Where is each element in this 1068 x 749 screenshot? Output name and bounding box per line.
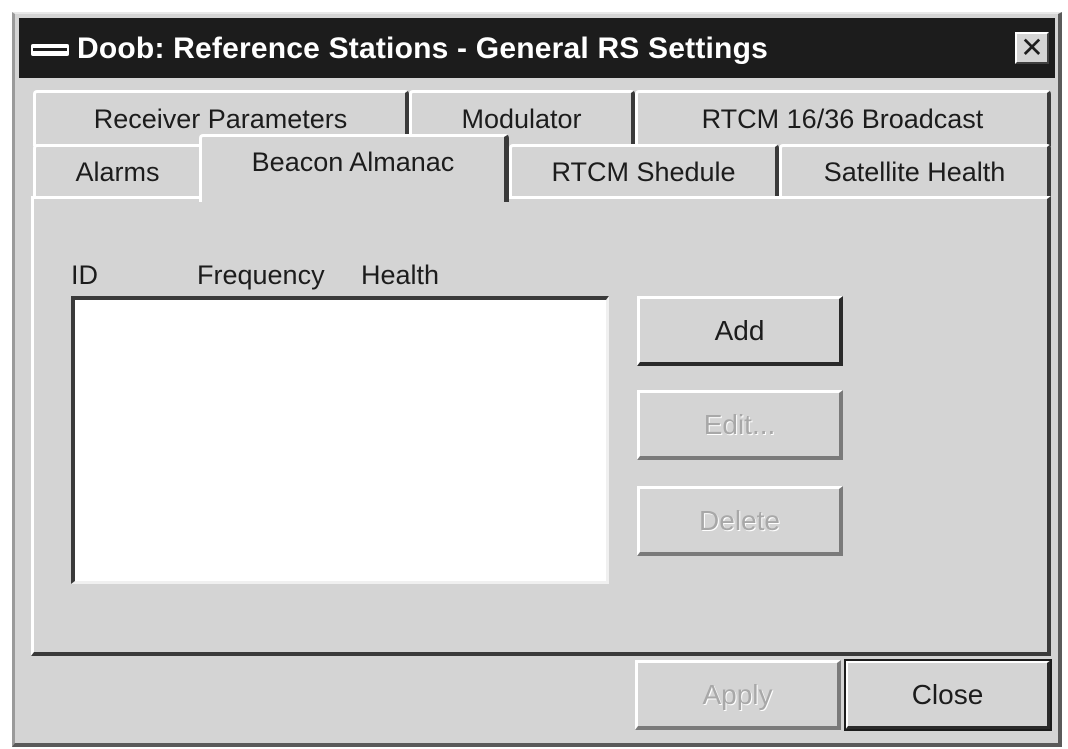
close-window-button[interactable]: ✕ — [1015, 32, 1049, 64]
beacon-almanac-list[interactable] — [71, 296, 609, 584]
tab-label: Beacon Almanac — [251, 147, 455, 177]
tab-satellite-health[interactable]: Satellite Health — [779, 144, 1051, 198]
tab-alarms[interactable]: Alarms — [33, 144, 203, 198]
edit-button[interactable]: Edit... — [637, 390, 843, 460]
tab-label: Alarms — [75, 157, 160, 187]
tab-rtcm-shedule[interactable]: RTCM Shedule — [509, 144, 779, 198]
apply-button[interactable]: Apply — [635, 660, 841, 730]
tab-label: RTCM Shedule — [551, 157, 736, 187]
tab-label: Receiver Parameters — [93, 104, 348, 134]
tab-beacon-almanac[interactable]: Beacon Almanac — [199, 134, 509, 202]
tab-rtcm-broadcast[interactable]: RTCM 16/36 Broadcast — [635, 90, 1051, 146]
column-header-health: Health — [361, 260, 440, 290]
close-icon: ✕ — [1020, 32, 1044, 63]
column-header-frequency: Frequency — [197, 260, 325, 290]
delete-button[interactable]: Delete — [637, 486, 843, 556]
tab-label: RTCM 16/36 Broadcast — [701, 104, 984, 134]
tab-label: Modulator — [461, 104, 582, 134]
window-title: Doob: Reference Stations - General RS Se… — [77, 32, 768, 65]
dialog-window: Doob: Reference Stations - General RS Se… — [12, 12, 1062, 747]
title-bar[interactable]: Doob: Reference Stations - General RS Se… — [19, 18, 1055, 78]
add-button[interactable]: Add — [637, 296, 843, 366]
app-menu-icon[interactable] — [31, 44, 69, 56]
close-button[interactable]: Close — [844, 659, 1052, 731]
tab-label: Satellite Health — [823, 157, 1006, 187]
column-header-id: ID — [71, 260, 98, 290]
